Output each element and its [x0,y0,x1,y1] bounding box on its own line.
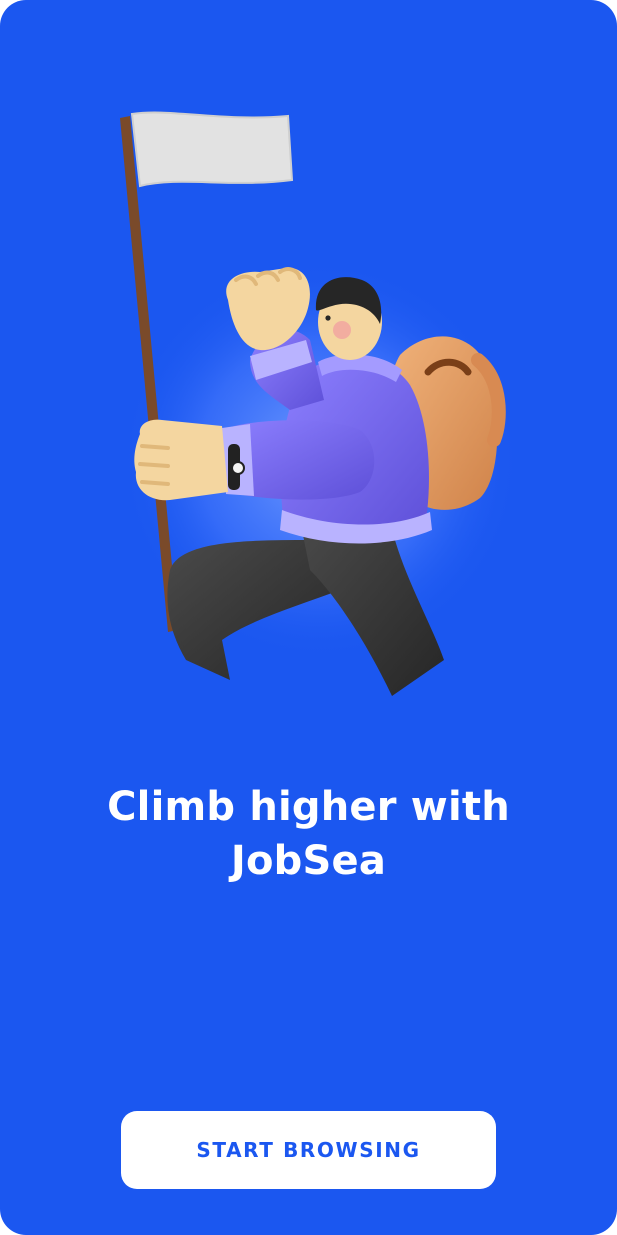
hiker-illustration [120,111,520,696]
start-browsing-button[interactable]: START BROWSING [121,1111,496,1189]
hand-on-pole [134,419,228,501]
onboarding-screen: Climb higher with JobSea START BROWSING [0,0,617,1235]
eye [325,315,331,321]
cheek [333,321,351,339]
hero-illustration [110,100,530,710]
watch-face [231,461,245,475]
flag [130,111,294,188]
headline: Climb higher with JobSea [107,784,510,884]
